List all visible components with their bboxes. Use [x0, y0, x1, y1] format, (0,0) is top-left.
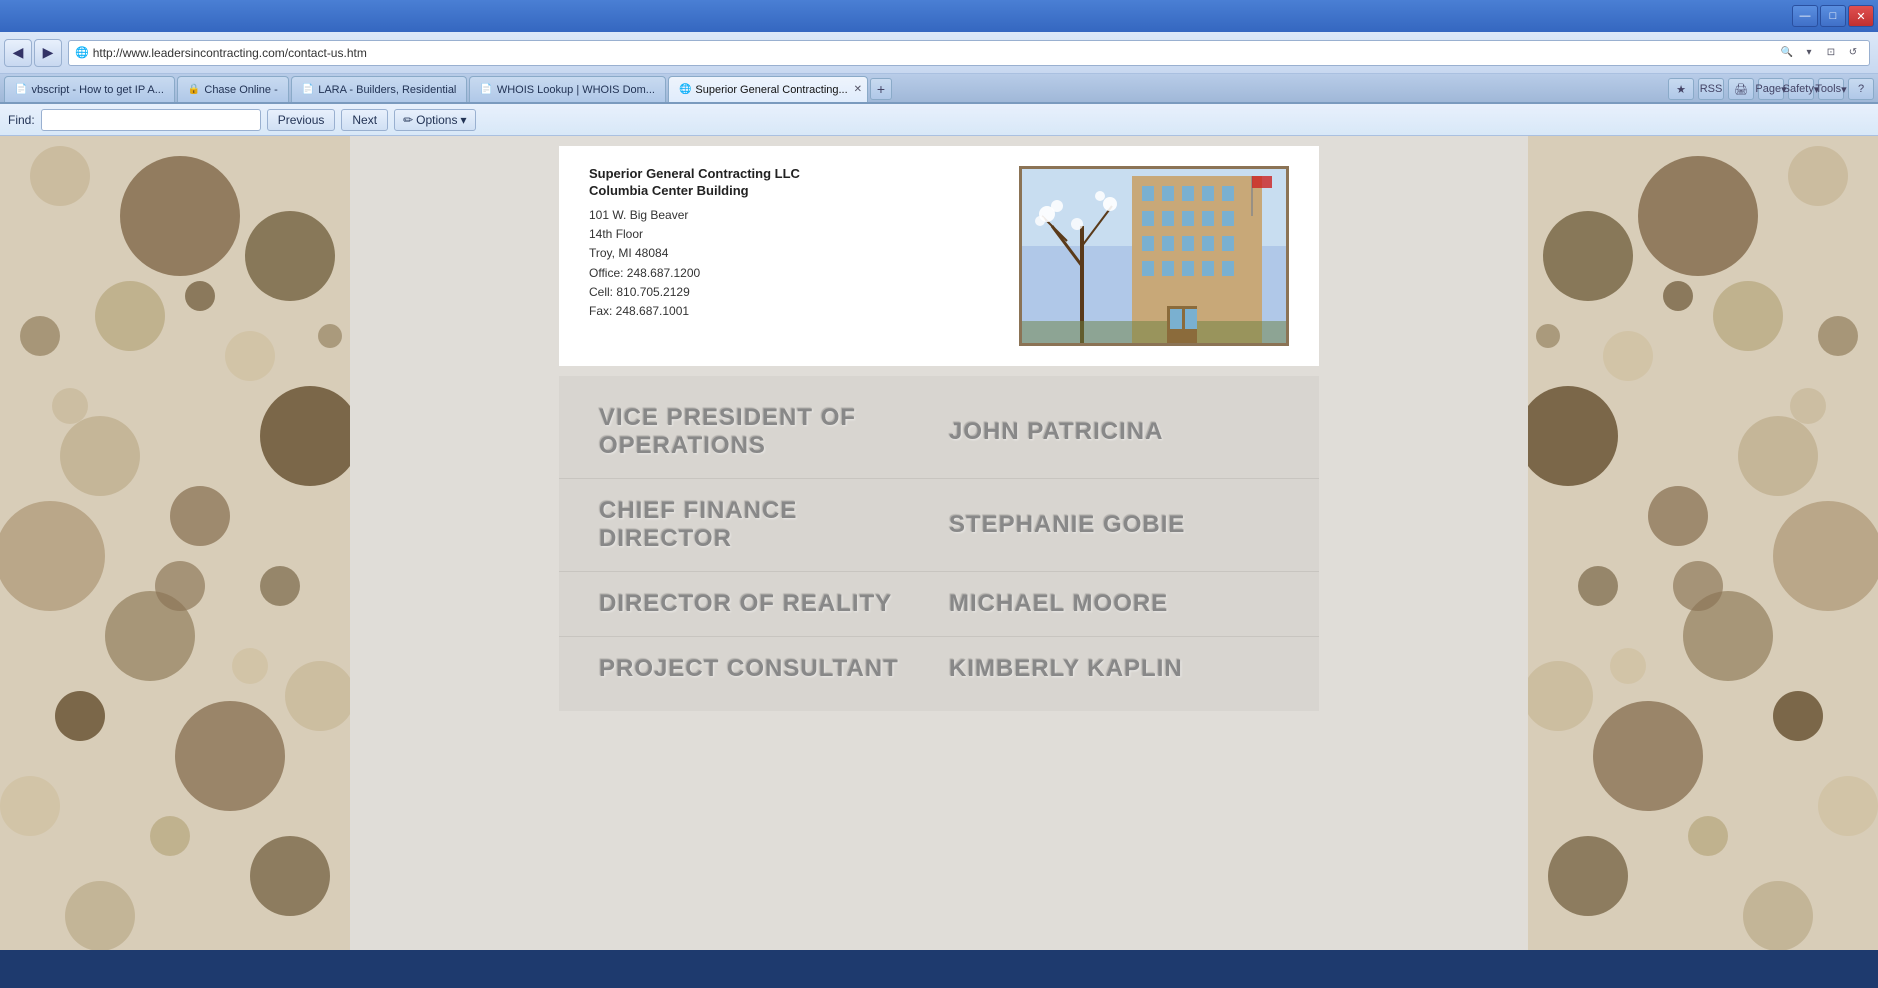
- compatibility-icon[interactable]: ⊡: [1821, 43, 1841, 63]
- tab-label-superior: Superior General Contracting...: [695, 84, 847, 96]
- rss-button[interactable]: RSS: [1698, 78, 1724, 100]
- staff-name-1: STEPHANIE GOBIE: [929, 511, 1279, 539]
- staff-section: VICE PRESIDENT OF OPERATIONS JOHN PATRIC…: [559, 376, 1319, 711]
- maximize-button[interactable]: □: [1820, 5, 1846, 27]
- staff-row-1: CHIEF FINANCE DIRECTOR STEPHANIE GOBIE: [559, 479, 1319, 572]
- page-menu[interactable]: Page▾: [1758, 78, 1784, 100]
- right-decorative-panel: [1528, 136, 1878, 950]
- tab-label-vbscript: vbscript - How to get IP A...: [31, 84, 163, 96]
- staff-title-1: CHIEF FINANCE DIRECTOR: [599, 497, 929, 553]
- tab-label-whois: WHOIS Lookup | WHOIS Dom...: [497, 84, 655, 96]
- tab-lara[interactable]: 📄 LARA - Builders, Residential: [291, 76, 468, 102]
- building-name: Columbia Center Building: [589, 183, 999, 198]
- tab-icon-chase: 🔒: [188, 84, 200, 95]
- new-tab-button[interactable]: +: [870, 78, 892, 100]
- content-area: Superior General Contracting LLC Columbi…: [0, 136, 1878, 950]
- next-button[interactable]: Next: [341, 109, 388, 131]
- options-button[interactable]: ✏ Options ▾: [394, 109, 475, 131]
- options-label: Options: [416, 113, 457, 127]
- favorites-button[interactable]: ★: [1668, 78, 1694, 100]
- staff-title-3: PROJECT CONSULTANT: [599, 655, 929, 683]
- tab-icon-vbscript: 📄: [15, 84, 27, 95]
- tab-label-lara: LARA - Builders, Residential: [318, 84, 456, 96]
- staff-name-2: MICHAEL MOORE: [929, 590, 1279, 618]
- staff-title-2: DIRECTOR OF REALITY: [599, 590, 929, 618]
- close-button[interactable]: ✕: [1848, 5, 1874, 27]
- fax-number: Fax: 248.687.1001: [589, 302, 999, 321]
- tab-superior[interactable]: 🌐 Superior General Contracting... ✕: [668, 76, 868, 102]
- address-bar-icon: 🌐: [75, 46, 89, 59]
- options-dropdown-icon: ▾: [460, 113, 466, 127]
- tab-vbscript[interactable]: 📄 vbscript - How to get IP A...: [4, 76, 175, 102]
- staff-name-0: JOHN PATRICINA: [929, 418, 1279, 446]
- back-button[interactable]: ◀: [4, 39, 32, 67]
- cell-phone: Cell: 810.705.2129: [589, 283, 999, 302]
- navigation-bar: ◀ ▶ 🌐 http://www.leadersincontracting.co…: [0, 32, 1878, 74]
- contact-info: Superior General Contracting LLC Columbi…: [589, 166, 999, 346]
- search-icon[interactable]: 🔍: [1777, 43, 1797, 63]
- address-line1: 101 W. Big Beaver: [589, 206, 999, 225]
- find-input[interactable]: [41, 109, 261, 131]
- tools-menu[interactable]: Tools▾: [1818, 78, 1844, 100]
- safety-label: Safety: [1783, 83, 1814, 95]
- city-state-zip: Troy, MI 48084: [589, 244, 999, 263]
- main-content: Superior General Contracting LLC Columbi…: [350, 136, 1528, 950]
- previous-button[interactable]: Previous: [267, 109, 336, 131]
- tabs-bar: 📄 vbscript - How to get IP A... 🔒 Chase …: [0, 74, 1878, 104]
- staff-row-3: PROJECT CONSULTANT KIMBERLY KAPLIN: [559, 637, 1319, 701]
- address-line2: 14th Floor: [589, 225, 999, 244]
- dropdown-icon[interactable]: ▾: [1799, 43, 1819, 63]
- staff-name-3: KIMBERLY KAPLIN: [929, 655, 1279, 683]
- forward-button[interactable]: ▶: [34, 39, 62, 67]
- tab-right-icons: ★ RSS 🖨 Page▾ Safety▾ Tools▾ ?: [1668, 78, 1874, 102]
- tab-icon-lara: 📄: [302, 84, 314, 95]
- staff-row-2: DIRECTOR OF REALITY MICHAEL MOORE: [559, 572, 1319, 637]
- help-button[interactable]: ?: [1848, 78, 1874, 100]
- left-decorative-panel: [0, 136, 350, 950]
- tab-whois[interactable]: 📄 WHOIS Lookup | WHOIS Dom...: [469, 76, 666, 102]
- tab-close-superior[interactable]: ✕: [854, 84, 862, 95]
- contact-card: Superior General Contracting LLC Columbi…: [559, 146, 1319, 366]
- edit-icon: ✏: [403, 113, 413, 127]
- staff-title-0: VICE PRESIDENT OF OPERATIONS: [599, 404, 929, 460]
- print-icon[interactable]: 🖨: [1728, 78, 1754, 100]
- minimize-button[interactable]: —: [1792, 5, 1818, 27]
- company-name: Superior General Contracting LLC: [589, 166, 999, 181]
- tab-icon-superior: 🌐: [679, 84, 691, 95]
- refresh-icon[interactable]: ↺: [1843, 43, 1863, 63]
- address-text: http://www.leadersincontracting.com/cont…: [93, 46, 1777, 60]
- staff-row-0: VICE PRESIDENT OF OPERATIONS JOHN PATRIC…: [559, 386, 1319, 479]
- address-bar[interactable]: 🌐 http://www.leadersincontracting.com/co…: [68, 40, 1870, 66]
- title-bar: — □ ✕: [0, 0, 1878, 32]
- address-actions: 🔍 ▾ ⊡ ↺: [1777, 43, 1863, 63]
- office-phone: Office: 248.687.1200: [589, 264, 999, 283]
- find-bar: Find: Previous Next ✏ Options ▾: [0, 104, 1878, 136]
- safety-menu[interactable]: Safety▾: [1788, 78, 1814, 100]
- find-label: Find:: [8, 113, 35, 127]
- tab-chase[interactable]: 🔒 Chase Online -: [177, 76, 289, 102]
- tools-label: Tools: [1815, 83, 1841, 95]
- tab-label-chase: Chase Online -: [204, 84, 277, 96]
- window-controls: — □ ✕: [1792, 5, 1874, 27]
- page-label: Page: [1755, 83, 1781, 95]
- building-photo: [1019, 166, 1289, 346]
- tab-icon-whois: 📄: [480, 84, 492, 95]
